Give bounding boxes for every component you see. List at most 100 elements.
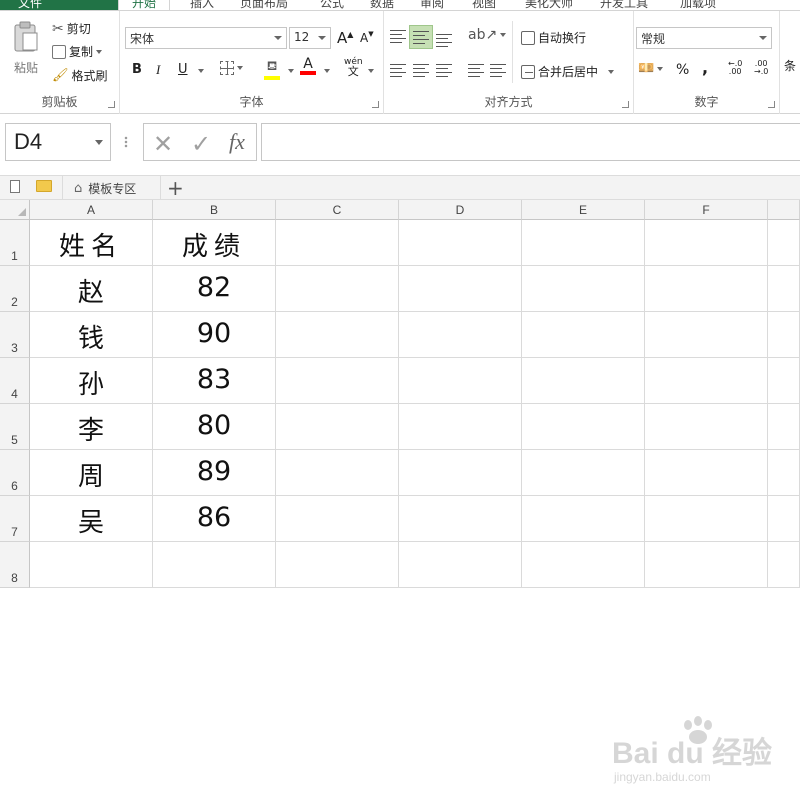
cell-e6[interactable] (522, 450, 645, 496)
cell-c3[interactable] (276, 312, 399, 358)
underline-button[interactable]: U (178, 62, 188, 77)
cell-c6[interactable] (276, 450, 399, 496)
cell-a8[interactable] (30, 542, 153, 588)
cell-b7[interactable]: 86 (153, 496, 276, 542)
increase-decimal-button[interactable]: ←.0.00 (728, 60, 742, 76)
font-launcher-icon[interactable] (372, 101, 379, 108)
format-painter-button[interactable]: 🖌 格式刷 (52, 67, 108, 84)
row-header-3[interactable]: 3 (0, 312, 30, 358)
cell-c1[interactable] (276, 220, 399, 266)
cell-b5[interactable]: 80 (153, 404, 276, 450)
phonetic-button[interactable]: wén 文 (344, 57, 363, 77)
add-tab-button[interactable]: + (167, 176, 184, 200)
column-header-c[interactable]: C (276, 200, 399, 220)
select-all-button[interactable] (0, 200, 30, 220)
bold-button[interactable]: B (132, 62, 142, 77)
tab-developer[interactable]: 开发工具 (600, 0, 648, 10)
cancel-icon[interactable]: ✕ (148, 130, 178, 158)
cell-e3[interactable] (522, 312, 645, 358)
cell-d1[interactable] (399, 220, 522, 266)
cell-f5[interactable] (645, 404, 768, 450)
accounting-format-button[interactable]: 💴 (638, 61, 664, 76)
cell-g2[interactable] (768, 266, 800, 312)
cell-b6[interactable]: 89 (153, 450, 276, 496)
cell-d4[interactable] (399, 358, 522, 404)
cell-e7[interactable] (522, 496, 645, 542)
alignment-launcher-icon[interactable] (622, 101, 629, 108)
cell-d3[interactable] (399, 312, 522, 358)
tab-addins[interactable]: 加载项 (680, 0, 716, 10)
tab-review[interactable]: 审阅 (420, 0, 444, 10)
font-color-button[interactable]: A (300, 57, 316, 75)
copy-button[interactable]: 复制 (52, 43, 103, 60)
insert-function-icon[interactable]: fx (222, 129, 252, 155)
decrease-indent-button[interactable] (468, 63, 484, 77)
enter-icon[interactable]: ✓ (186, 130, 216, 158)
chevron-down-icon[interactable] (324, 69, 330, 73)
cell-g3[interactable] (768, 312, 800, 358)
cell-a3[interactable]: 钱 (30, 312, 153, 358)
cell-d2[interactable] (399, 266, 522, 312)
cell-g6[interactable] (768, 450, 800, 496)
font-size-combo[interactable]: 12 (289, 27, 331, 49)
cell-a7[interactable]: 吴 (30, 496, 153, 542)
row-header-8[interactable]: 8 (0, 542, 30, 588)
cell-b4[interactable]: 83 (153, 358, 276, 404)
cell-f2[interactable] (645, 266, 768, 312)
row-header-5[interactable]: 5 (0, 404, 30, 450)
align-right-button[interactable] (436, 63, 452, 77)
cell-b2[interactable]: 82 (153, 266, 276, 312)
number-launcher-icon[interactable] (768, 101, 775, 108)
folder-icon[interactable] (36, 180, 52, 192)
row-header-4[interactable]: 4 (0, 358, 30, 404)
tab-home[interactable]: 开始 (118, 0, 170, 10)
orientation-button[interactable]: ab↗ (468, 27, 507, 43)
cell-e8[interactable] (522, 542, 645, 588)
new-file-icon[interactable] (10, 180, 20, 193)
tab-beautify[interactable]: 美化大师 (525, 0, 573, 10)
cell-b8[interactable] (153, 542, 276, 588)
increase-indent-button[interactable] (490, 63, 506, 77)
clipboard-launcher-icon[interactable] (108, 101, 115, 108)
fill-color-button[interactable]: ⛾ (264, 59, 280, 80)
column-header-d[interactable]: D (399, 200, 522, 220)
cell-g4[interactable] (768, 358, 800, 404)
tab-formulas[interactable]: 公式 (320, 0, 344, 10)
cell-g7[interactable] (768, 496, 800, 542)
borders-button[interactable] (220, 61, 243, 75)
chevron-down-icon[interactable] (198, 69, 204, 73)
drag-handle-icon[interactable] (124, 136, 128, 148)
cell-a6[interactable]: 周 (30, 450, 153, 496)
decrease-decimal-button[interactable]: .00 →.0 (754, 60, 768, 76)
cell-c8[interactable] (276, 542, 399, 588)
cell-f3[interactable] (645, 312, 768, 358)
cell-f6[interactable] (645, 450, 768, 496)
number-format-combo[interactable]: 常规 (636, 27, 772, 49)
chevron-down-icon[interactable] (288, 69, 294, 73)
align-top-button[interactable] (390, 29, 406, 43)
cell-e2[interactable] (522, 266, 645, 312)
cell-d6[interactable] (399, 450, 522, 496)
tab-insert[interactable]: 插入 (190, 0, 214, 10)
cell-c5[interactable] (276, 404, 399, 450)
wrap-text-button[interactable]: 自动换行 (521, 29, 586, 46)
column-header-e[interactable]: E (522, 200, 645, 220)
column-header-f[interactable]: F (645, 200, 768, 220)
cell-g8[interactable] (768, 542, 800, 588)
cell-c4[interactable] (276, 358, 399, 404)
cell-a5[interactable]: 李 (30, 404, 153, 450)
align-left-button[interactable] (390, 63, 406, 77)
chevron-down-icon[interactable] (368, 69, 374, 73)
name-box[interactable]: D4 (5, 123, 111, 161)
paste-button[interactable]: 粘贴 (8, 21, 44, 76)
cell-f1[interactable] (645, 220, 768, 266)
row-header-1[interactable]: 1 (0, 220, 30, 266)
cell-a4[interactable]: 孙 (30, 358, 153, 404)
comma-button[interactable]: , (702, 58, 708, 77)
cell-g5[interactable] (768, 404, 800, 450)
cell-c7[interactable] (276, 496, 399, 542)
cut-button[interactable]: ✂ 剪切 (52, 20, 91, 37)
merge-center-button[interactable]: 合并后居中 (521, 63, 615, 80)
cell-e1[interactable] (522, 220, 645, 266)
shrink-font-button[interactable]: A ▼ (360, 30, 374, 45)
